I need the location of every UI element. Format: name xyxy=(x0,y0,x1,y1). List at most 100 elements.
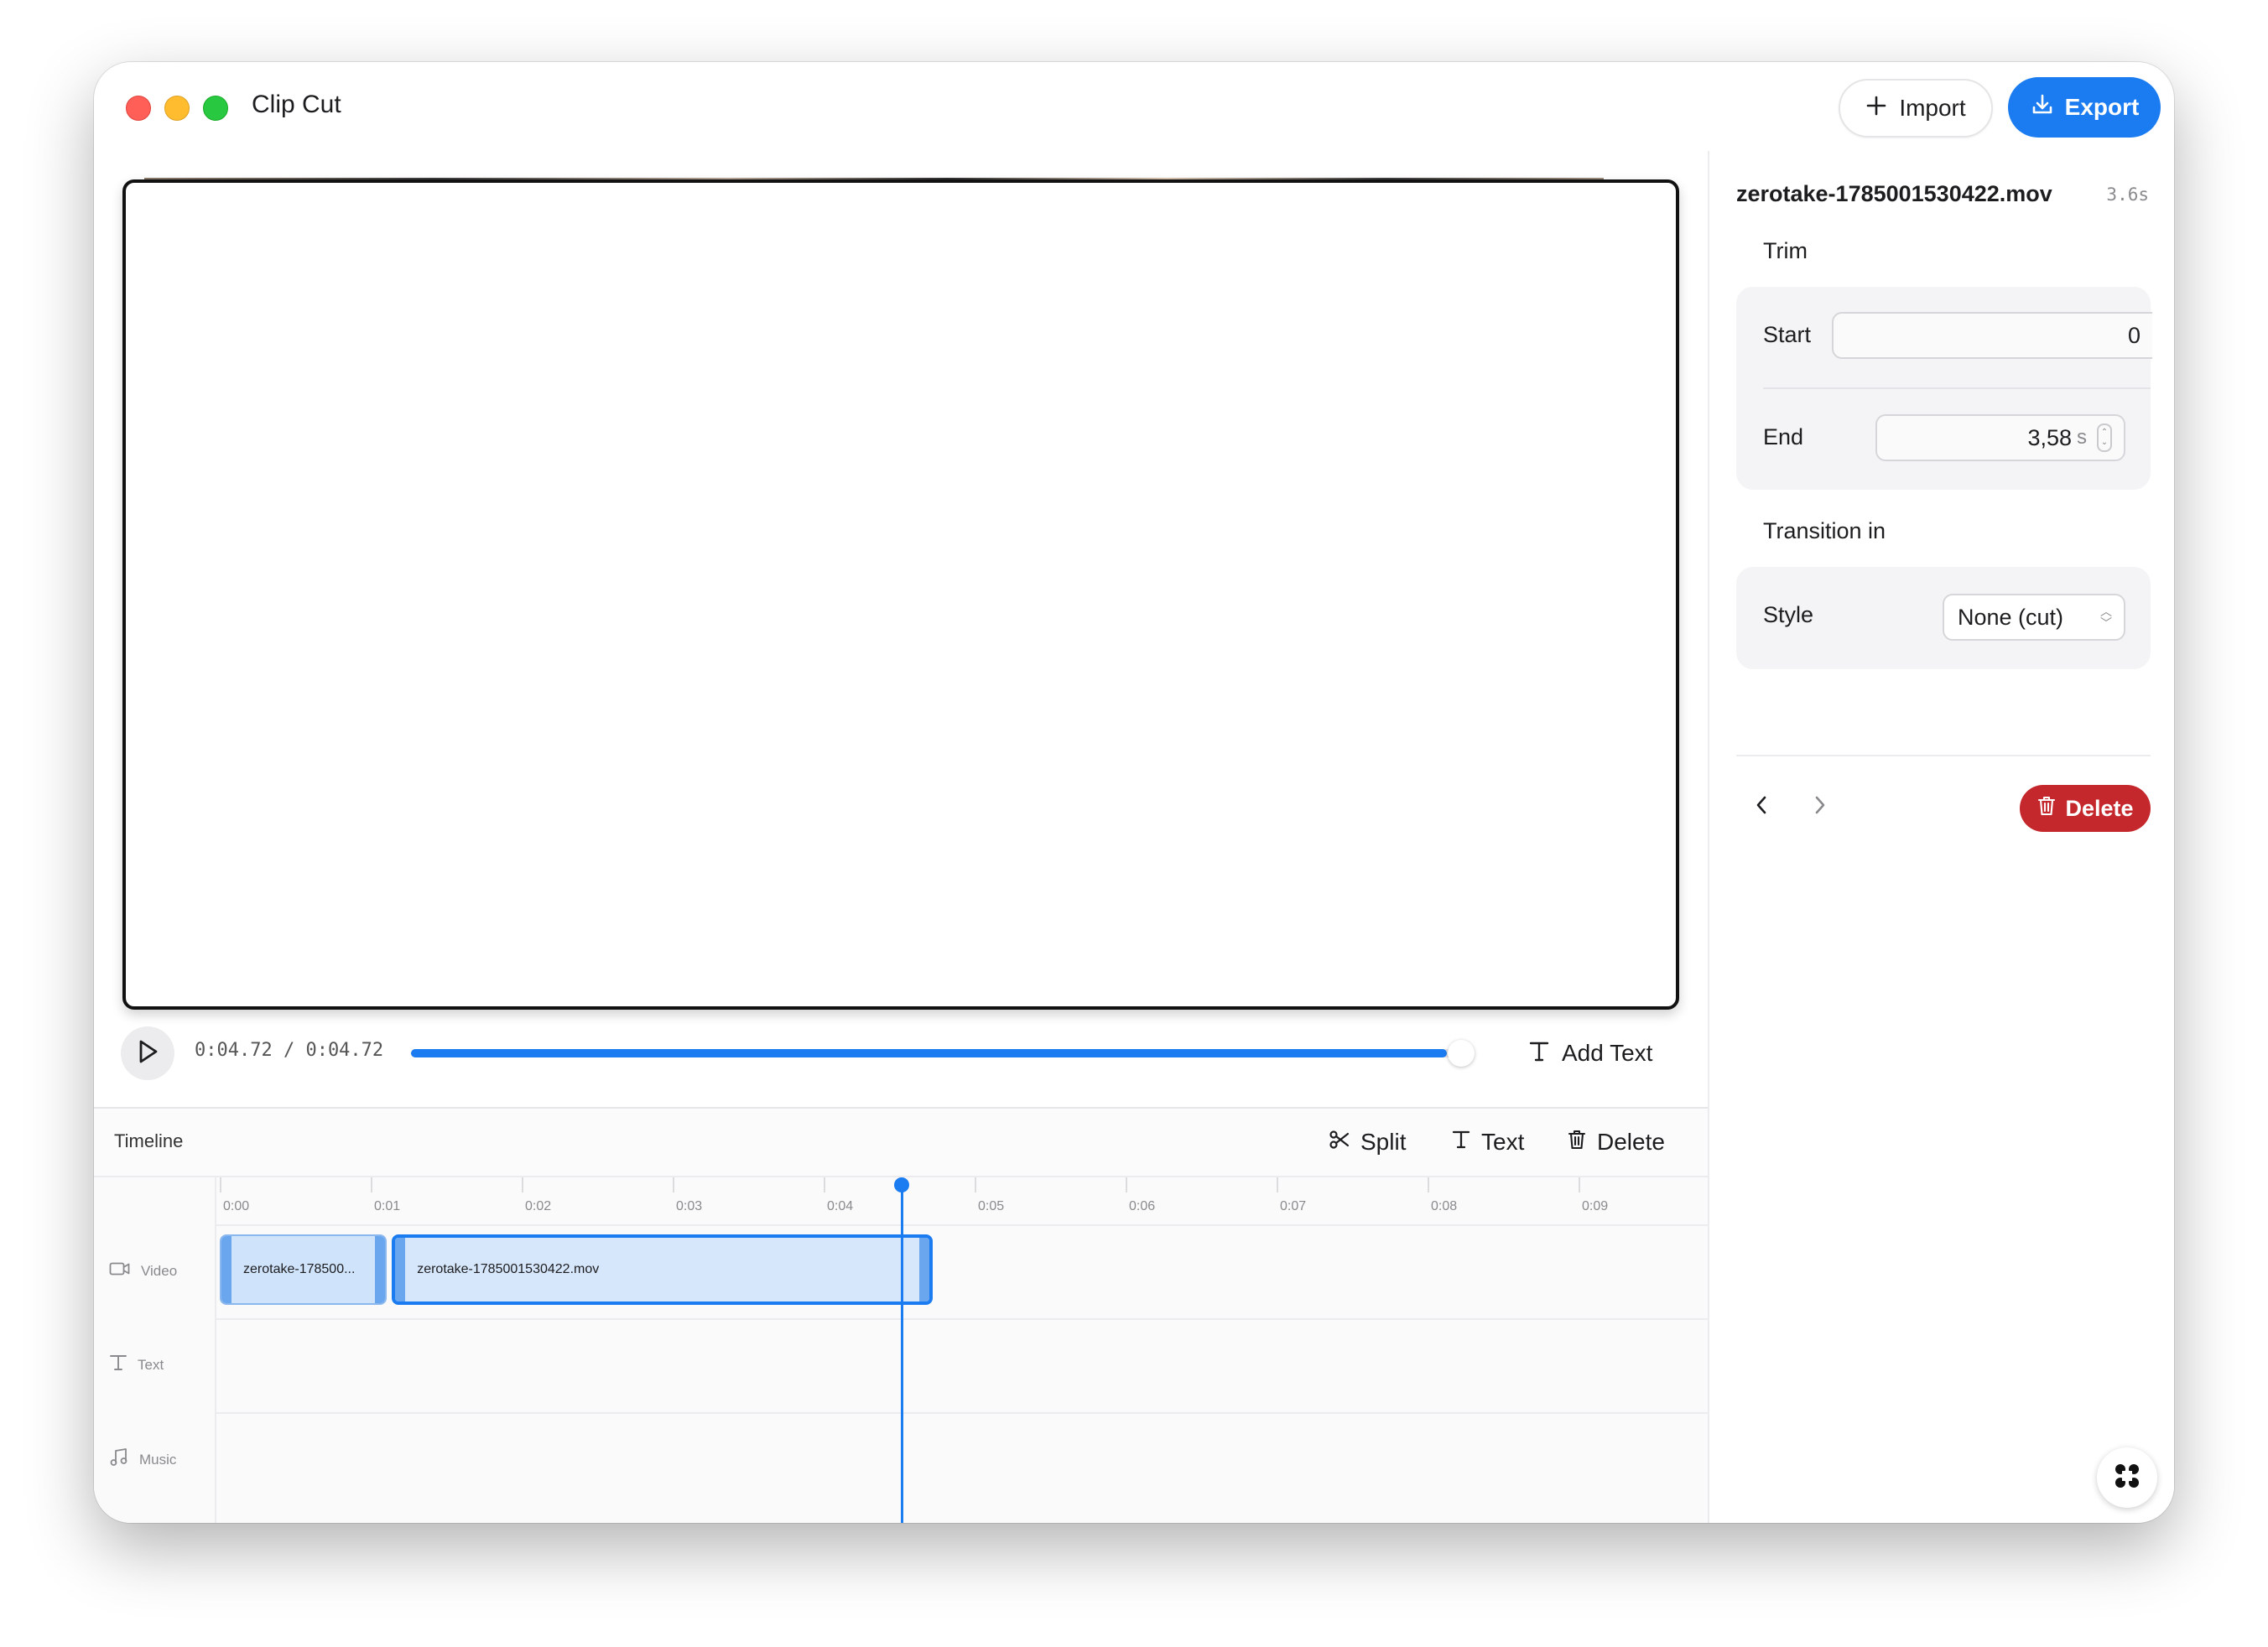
add-text-label: Add Text xyxy=(1562,1040,1653,1066)
trim-end-field[interactable]: 3,58 s ⌃ ⌄ xyxy=(1875,414,2125,461)
add-text-button[interactable]: Add Text xyxy=(1528,1035,1652,1072)
chevron-left-icon xyxy=(1755,795,1768,819)
ruler-tick-label: 0:04 xyxy=(827,1199,854,1213)
video-track-label: Video xyxy=(141,1262,178,1279)
transition-style-select[interactable]: None (cut) ︿ ﹀ xyxy=(1943,594,2125,641)
transition-style-value: None (cut) xyxy=(1958,604,2064,630)
ruler-tick xyxy=(1579,1177,1580,1192)
ruler-tick xyxy=(1277,1177,1278,1192)
playhead-handle[interactable] xyxy=(894,1177,909,1192)
clip-trim-handle-right[interactable] xyxy=(375,1236,386,1303)
clip-trim-handle-right[interactable] xyxy=(918,1238,929,1301)
ruler-tick-label: 0:09 xyxy=(1582,1199,1609,1213)
clip-label: zerotake-178500... xyxy=(243,1262,356,1276)
ruler-tick-label: 0:05 xyxy=(978,1199,1005,1213)
floating-action-button[interactable] xyxy=(2097,1447,2157,1508)
time-ruler[interactable]: 0:00 0:01 0:02 0:03 0:04 0:05 0:06 0:07 0:08 0:09 xyxy=(216,1177,1708,1226)
trim-section-title: Trim xyxy=(1763,238,1808,263)
playhead[interactable] xyxy=(901,1184,903,1523)
timecode: 0:04.72 / 0:04.72 xyxy=(195,1040,384,1061)
minimize-window-button[interactable] xyxy=(164,96,190,121)
track-labels: Video Text Music xyxy=(94,1177,216,1523)
ruler-tick xyxy=(522,1177,523,1192)
timeline-clip[interactable]: zerotake-178500... xyxy=(220,1234,388,1305)
chevron-down-icon[interactable]: ⌄ xyxy=(2101,438,2108,448)
split-label: Split xyxy=(1360,1129,1407,1155)
clip-duration: 3.6s xyxy=(2106,184,2149,205)
transition-section-title: Transition in xyxy=(1763,518,1886,543)
ruler-tick-label: 0:01 xyxy=(374,1199,401,1213)
delete-button[interactable]: Delete xyxy=(2020,785,2151,832)
export-button[interactable]: Export xyxy=(2008,77,2161,138)
text-track[interactable] xyxy=(216,1320,1708,1414)
trim-end-unit: s xyxy=(2077,426,2087,449)
ruler-tick xyxy=(371,1177,372,1192)
ruler-tick xyxy=(1428,1177,1429,1192)
chevron-up-icon[interactable]: ⌃ xyxy=(2101,428,2108,438)
text-track-label: Text xyxy=(138,1356,164,1373)
music-track-label: Music xyxy=(139,1451,177,1468)
delete-label: Delete xyxy=(1597,1129,1665,1155)
ruler-tick xyxy=(824,1177,825,1192)
clover-icon xyxy=(2112,1461,2142,1495)
trim-start-label: Start xyxy=(1763,322,1812,347)
split-button[interactable]: Split xyxy=(1329,1124,1406,1161)
ruler-tick xyxy=(220,1177,221,1192)
play-button[interactable] xyxy=(121,1026,174,1080)
ruler-tick xyxy=(975,1177,976,1192)
plus-icon xyxy=(1865,95,1887,122)
ruler-tick-label: 0:06 xyxy=(1129,1199,1156,1213)
clip-trim-handle-left[interactable] xyxy=(221,1236,231,1303)
text-icon xyxy=(109,1353,127,1376)
trim-start-field[interactable]: 0 xyxy=(1832,312,2152,359)
scrubber-progress xyxy=(411,1049,1448,1057)
previous-clip-button[interactable] xyxy=(1745,790,1778,824)
text-label: Text xyxy=(1481,1129,1525,1155)
ruler-tick-label: 0:08 xyxy=(1431,1199,1458,1213)
scrubber-track[interactable] xyxy=(411,1049,1463,1057)
track-label-video: Video xyxy=(109,1261,177,1281)
timeline-tracks[interactable]: 0:00 0:01 0:02 0:03 0:04 0:05 0:06 0:07 0:08 0:09… xyxy=(216,1177,1708,1523)
ruler-tick-label: 0:00 xyxy=(223,1199,250,1213)
zoom-window-button[interactable] xyxy=(203,96,228,121)
scrubber-thumb[interactable] xyxy=(1448,1040,1475,1067)
ruler-tick-label: 0:07 xyxy=(1280,1199,1307,1213)
next-clip-button[interactable] xyxy=(1803,790,1837,824)
timeline-header: Timeline Split Text Delete xyxy=(94,1109,1708,1177)
track-label-music: Music xyxy=(109,1447,176,1472)
add-text-track-button[interactable]: Text xyxy=(1451,1124,1524,1161)
trim-end-label: End xyxy=(1763,424,1804,449)
transition-style-label: Style xyxy=(1763,602,1814,627)
import-button[interactable]: Import xyxy=(1839,79,1993,138)
title-bar: Clip Cut Import Export xyxy=(94,62,2174,151)
timeline-title: Timeline xyxy=(114,1130,184,1151)
inspector-panel: zerotake-1785001530422.mov 3.6s Trim Sta… xyxy=(1708,151,2174,1523)
scissors-icon xyxy=(1329,1129,1350,1156)
export-label: Export xyxy=(2064,94,2140,120)
music-note-icon xyxy=(109,1447,129,1472)
trim-end-stepper[interactable]: ⌃ ⌄ xyxy=(2097,423,2112,452)
import-label: Import xyxy=(1899,95,1966,121)
play-icon xyxy=(136,1039,159,1068)
video-track[interactable]: zerotake-178500... zerotake-1785001530422… xyxy=(216,1226,1708,1320)
video-preview[interactable] xyxy=(122,179,1679,1010)
transition-group: Style None (cut) ︿ ﹀ xyxy=(1736,567,2151,669)
inspector-divider xyxy=(1736,755,2151,756)
close-window-button[interactable] xyxy=(126,96,151,121)
trash-icon xyxy=(2037,795,2057,823)
video-camera-icon xyxy=(109,1261,131,1281)
track-label-text: Text xyxy=(109,1353,164,1376)
ruler-tick-label: 0:02 xyxy=(525,1199,552,1213)
music-track[interactable] xyxy=(216,1414,1708,1506)
ruler-tick xyxy=(1126,1177,1127,1192)
trash-icon xyxy=(1567,1129,1587,1156)
chevron-right-icon xyxy=(1813,795,1827,819)
trim-group: Start 0 End 3,58 s ⌃ ⌄ xyxy=(1736,287,2152,490)
clip-label: zerotake-1785001530422.mov xyxy=(417,1262,600,1276)
timeline-clip[interactable]: zerotake-1785001530422.mov xyxy=(392,1234,933,1305)
trim-start-value: 0 xyxy=(2127,322,2141,348)
clip-trim-handle-left[interactable] xyxy=(395,1238,406,1301)
trim-row-divider xyxy=(1763,387,2151,389)
text-icon xyxy=(1528,1039,1550,1068)
delete-clip-button[interactable]: Delete xyxy=(1567,1124,1665,1161)
